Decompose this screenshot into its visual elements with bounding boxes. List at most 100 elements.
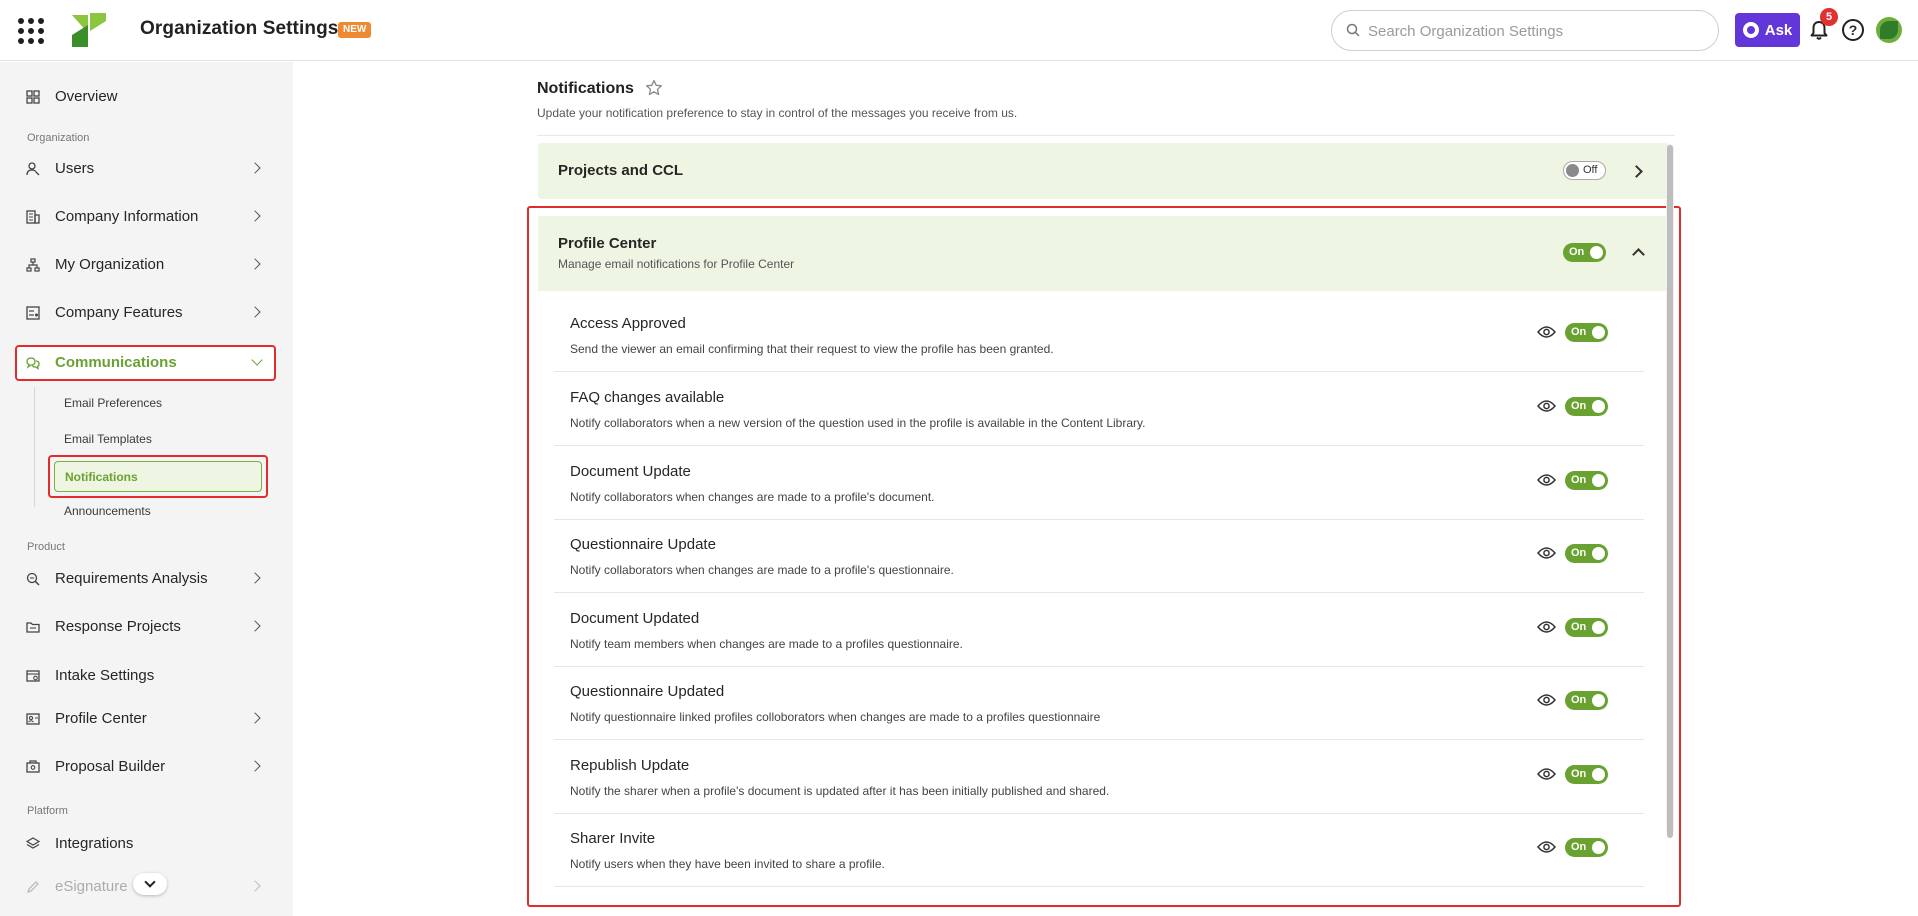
toggle-knob [1566, 164, 1579, 177]
sidebar-item-intake-settings[interactable]: Intake Settings [15, 658, 276, 694]
eye-icon[interactable] [1537, 620, 1556, 634]
eye-icon[interactable] [1537, 325, 1556, 339]
pen-icon [27, 881, 39, 893]
eye-icon[interactable] [1537, 840, 1556, 854]
panel-profile-center[interactable]: Profile Center Manage email notification… [538, 216, 1668, 291]
row-description: Send the viewer an email confirming that… [570, 342, 1054, 356]
row-description: Notify users when they have been invited… [570, 857, 885, 871]
chevron-right-icon [249, 162, 261, 174]
row-toggle[interactable]: On [1565, 397, 1608, 416]
row-title: Access Approved [570, 315, 686, 332]
row-toggle[interactable]: On [1565, 838, 1608, 857]
scroll-down-button[interactable] [133, 873, 167, 895]
proposal-icon [26, 760, 40, 773]
app-title: Organization Settings [140, 18, 339, 39]
sidebar-item-response-projects[interactable]: Response Projects [15, 609, 276, 645]
org-chart-icon [26, 258, 40, 272]
row-toggle[interactable]: On [1565, 691, 1608, 710]
search-input[interactable] [1368, 20, 1698, 42]
toggle-knob [1592, 621, 1605, 634]
row-toggle[interactable]: On [1565, 323, 1608, 342]
page-subtitle: Update your notification preference to s… [537, 106, 1018, 120]
sidebar-subitem-email-templates[interactable]: Email Templates [64, 432, 152, 446]
eye-icon[interactable] [1537, 546, 1556, 560]
eye-icon[interactable] [1537, 767, 1556, 781]
eye-icon[interactable] [1537, 399, 1556, 413]
notification-row-sharer-invite: Sharer Invite Notify users when they hav… [554, 813, 1644, 887]
notification-row-document-updated: Document Updated Notify team members whe… [554, 593, 1644, 667]
sidebar-item-label: Profile Center [55, 710, 147, 727]
sidebar-item-company-information[interactable]: Company Information [15, 199, 276, 235]
sidebar-subitem-email-preferences[interactable]: Email Preferences [64, 396, 162, 410]
sidebar-item-integrations[interactable]: Integrations [15, 826, 276, 862]
row-description: Notify collaborators when changes are ma… [570, 563, 954, 577]
sidebar-item-label: Response Projects [55, 618, 181, 635]
row-title: Questionnaire Updated [570, 683, 725, 700]
sidebar-subitem-label: Notifications [65, 470, 138, 484]
chevron-up-icon[interactable] [1632, 248, 1645, 261]
row-toggle[interactable]: On [1565, 471, 1608, 490]
profile-center-toggle[interactable]: On [1563, 243, 1606, 262]
panel-title: Profile Center [558, 235, 657, 252]
toggle-label: On [1571, 841, 1587, 853]
row-toggle[interactable]: On [1565, 544, 1608, 563]
company-logo-icon[interactable] [70, 11, 108, 49]
sidebar-item-my-organization[interactable]: My Organization [15, 247, 276, 283]
sidebar-item-proposal-builder[interactable]: Proposal Builder [15, 749, 276, 785]
sidebar-subitem-announcements[interactable]: Announcements [64, 504, 151, 518]
profile-card-icon [26, 713, 40, 725]
layers-icon [26, 837, 40, 849]
sidebar-item-profile-center[interactable]: Profile Center [15, 701, 276, 737]
eye-icon[interactable] [1537, 693, 1556, 707]
row-description: Notify questionnaire linked profiles col… [570, 710, 1101, 724]
notification-row-questionnaire-updated: Questionnaire Updated Notify questionnai… [554, 666, 1644, 740]
chevron-right-icon [249, 712, 261, 724]
favorite-star-icon[interactable] [645, 79, 663, 97]
sidebar-item-company-features[interactable]: Company Features [15, 295, 276, 331]
panel-projects-and-ccl[interactable]: Projects and CCL Off [538, 143, 1668, 199]
sidebar-item-requirements-analysis[interactable]: Requirements Analysis [15, 561, 276, 597]
sidebar-item-label: My Organization [55, 256, 165, 273]
sidebar-item-communications[interactable]: Communications [15, 345, 276, 381]
ask-button[interactable]: Ask [1735, 13, 1800, 47]
sidebar-item-label: Integrations [55, 835, 134, 852]
chevron-right-icon [249, 880, 261, 892]
row-toggle[interactable]: On [1565, 765, 1608, 784]
row-title: Document Updated [570, 610, 700, 627]
row-title: Questionnaire Update [570, 536, 716, 553]
row-title: Sharer Invite [570, 830, 656, 847]
toggle-label: On [1571, 400, 1587, 412]
eye-icon[interactable] [1537, 473, 1556, 487]
sidebar-subitem-notifications[interactable]: Notifications [54, 461, 262, 492]
row-toggle[interactable]: On [1565, 618, 1608, 637]
apps-grid-icon[interactable] [18, 18, 44, 44]
notification-row-access-approved: Access Approved Send the viewer an email… [554, 298, 1644, 372]
page-title: Notifications [537, 80, 634, 97]
sidebar-item-label: eSignature [55, 878, 128, 895]
projects-toggle[interactable]: Off [1563, 161, 1606, 180]
sidebar-item-overview[interactable]: Overview [15, 79, 276, 115]
user-icon [26, 162, 40, 176]
chevron-right-icon[interactable] [1630, 165, 1643, 178]
sidebar: Overview Organization Users Company Info… [0, 62, 293, 916]
help-icon[interactable]: ? [1842, 19, 1864, 41]
sidebar-item-label: Company Features [55, 304, 183, 321]
row-title: FAQ changes available [570, 389, 725, 406]
notification-row-document-update: Document Update Notify collaborators whe… [554, 446, 1644, 520]
avatar[interactable] [1876, 17, 1902, 43]
sidebar-item-users[interactable]: Users [15, 151, 276, 187]
toggle-label: On [1571, 768, 1587, 780]
chevron-right-icon [249, 620, 261, 632]
toggle-label: On [1571, 474, 1587, 486]
content-scrollbar-thumb[interactable] [1667, 145, 1673, 838]
folder-icon [26, 622, 40, 633]
search-box[interactable] [1331, 10, 1719, 51]
grid-icon [26, 90, 40, 104]
divider [537, 135, 1675, 136]
features-icon [26, 306, 40, 320]
intake-icon [26, 670, 40, 682]
toggle-label: On [1569, 246, 1585, 258]
sidebar-item-label: Proposal Builder [55, 758, 166, 775]
notification-rows: Access Approved Send the viewer an email… [554, 298, 1644, 908]
row-description: Notify collaborators when changes are ma… [570, 490, 935, 504]
